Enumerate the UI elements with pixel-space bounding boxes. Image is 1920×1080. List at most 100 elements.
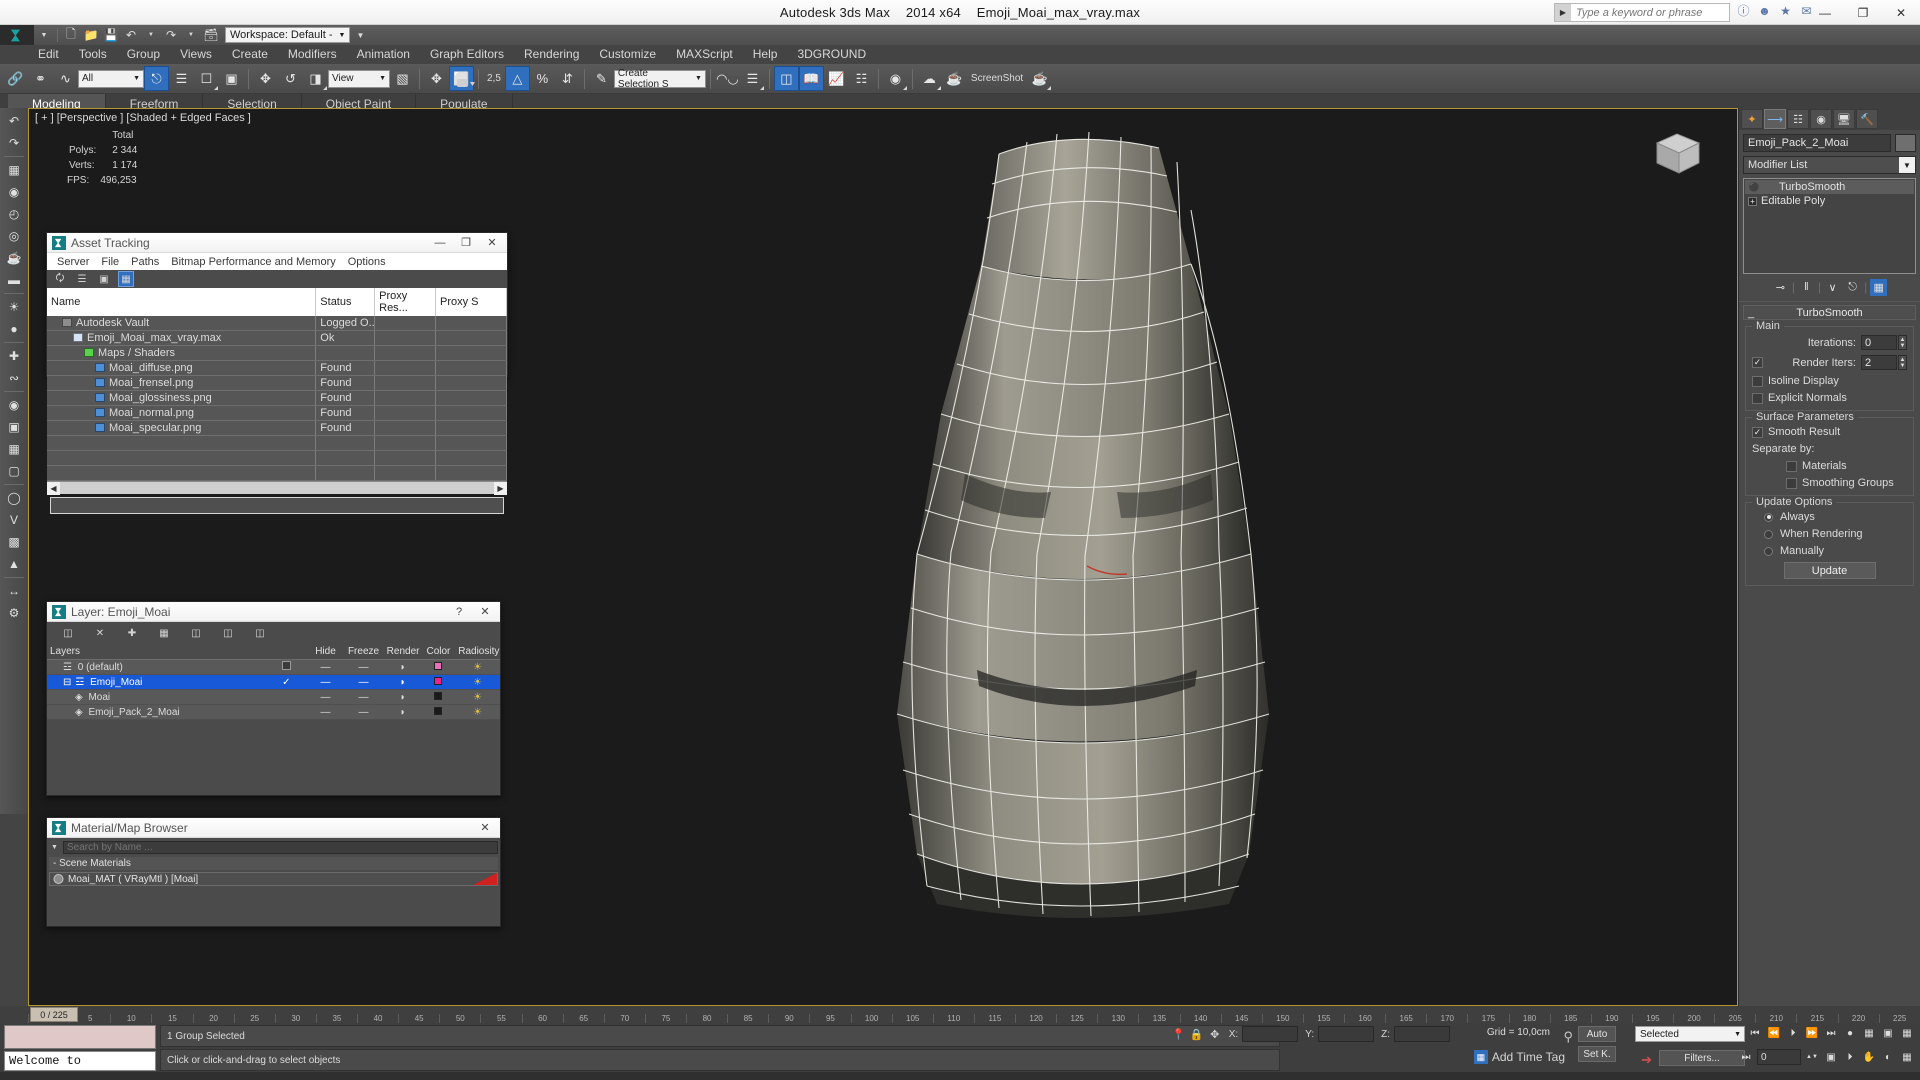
- pan-view-icon[interactable]: ✋: [1861, 1049, 1877, 1065]
- go-to-start-icon[interactable]: ⏮: [1747, 1025, 1763, 1041]
- project-folder-icon[interactable]: 🗃: [201, 26, 221, 44]
- render-iters-checkbox[interactable]: ✓: [1752, 357, 1763, 368]
- layer-color-cell[interactable]: [421, 689, 456, 705]
- mirror-icon[interactable]: ◠◡: [715, 66, 740, 91]
- absolute-relative-mode-icon[interactable]: ✥: [1208, 1026, 1222, 1042]
- orbit-icon[interactable]: ◐: [1880, 1049, 1896, 1065]
- layer-row[interactable]: ⊟ ☲ Emoji_Moai ✓ — — ◗ ☀: [47, 674, 500, 690]
- at-menu-file[interactable]: File: [95, 256, 125, 268]
- layer-dialog-help[interactable]: ?: [446, 602, 472, 621]
- modifier-stack-item-editable-poly[interactable]: + Editable Poly: [1745, 194, 1914, 208]
- at-cell-name[interactable]: Emoji_Moai_max_vray.max: [47, 330, 317, 346]
- key-filter-combo[interactable]: Selected ▼: [1635, 1026, 1745, 1042]
- named-selection-sets-combo[interactable]: Create Selection S ▼: [613, 68, 706, 90]
- select-by-name-icon[interactable]: ☰: [169, 66, 194, 91]
- material-map-browser[interactable]: Material/Map Browser ✕ ▼ - Scene Materia…: [46, 817, 501, 927]
- at-col-proxy-res-[interactable]: Proxy Res...: [374, 288, 436, 316]
- explicit-normals-checkbox[interactable]: [1752, 392, 1763, 404]
- render-iters-spinner[interactable]: ▲ ▼: [1898, 355, 1907, 370]
- exchange-icon[interactable]: ★: [1777, 2, 1794, 19]
- vray-icon[interactable]: V: [2, 509, 26, 531]
- render-frame-window-icon[interactable]: ☕: [942, 66, 967, 91]
- at-menu-bitmap-performance-and-memory[interactable]: Bitmap Performance and Memory: [165, 256, 341, 268]
- filters-button[interactable]: Filters...: [1659, 1050, 1745, 1066]
- selection-filter-combo[interactable]: All ▼: [78, 69, 144, 88]
- at-cell-name[interactable]: Moai_normal.png: [47, 405, 317, 421]
- camera-icon[interactable]: ●: [2, 318, 26, 340]
- help-search-box[interactable]: ▶: [1554, 3, 1730, 22]
- layer-freeze-cell[interactable]: —: [343, 674, 384, 690]
- use-pivot-point-center-icon[interactable]: ▧: [390, 66, 415, 91]
- layer-col-layers[interactable]: Layers: [47, 644, 266, 660]
- helpers-icon[interactable]: ✚: [2, 345, 26, 367]
- group-collapse-icon[interactable]: -: [53, 858, 56, 869]
- separate-materials-row[interactable]: Materials: [1752, 460, 1907, 472]
- at-col-status[interactable]: Status: [315, 288, 376, 316]
- create-tab[interactable]: ✦: [1741, 109, 1763, 129]
- align-icon[interactable]: ☰: [740, 66, 765, 91]
- moai-statue-model[interactable]: [799, 114, 1359, 924]
- menu-item-rendering[interactable]: Rendering: [514, 45, 589, 64]
- layer-row[interactable]: ◈ Emoji_Pack_2_Moai — — ◗ ☀: [47, 704, 500, 720]
- open-file-icon[interactable]: 📁: [81, 26, 101, 44]
- utilities-tab[interactable]: 🔨: [1856, 109, 1878, 129]
- menu-item-tools[interactable]: Tools: [69, 45, 117, 64]
- welcome-listener-text[interactable]: Welcome to: [4, 1051, 156, 1071]
- maximize-viewport-toggle-icon[interactable]: ▦: [1899, 1049, 1915, 1065]
- previous-frame-icon[interactable]: ⏪: [1766, 1025, 1782, 1041]
- cylinder-primitive-icon[interactable]: ◴: [2, 203, 26, 225]
- at-row[interactable]: Moai_specular.png Found: [47, 420, 508, 436]
- smooth-result-checkbox[interactable]: ✓: [1752, 426, 1763, 438]
- render-production-icon[interactable]: ☕: [1027, 66, 1052, 91]
- z-field[interactable]: [1394, 1026, 1450, 1042]
- separate-smoothing-groups-row[interactable]: Smoothing Groups: [1752, 477, 1907, 489]
- select-highlighted-icon[interactable]: ◫: [189, 626, 203, 640]
- help-search-input[interactable]: [1571, 6, 1729, 19]
- layer-col-color[interactable]: Color: [421, 644, 456, 660]
- layer-col-render[interactable]: Render: [383, 644, 422, 660]
- menu-item-help[interactable]: Help: [743, 45, 788, 64]
- qat-overflow-icon[interactable]: ▼: [350, 26, 370, 44]
- modifier-stack[interactable]: ⚫ TurboSmooth + Editable Poly: [1743, 178, 1916, 274]
- layer-manager-icon[interactable]: ◫: [773, 66, 799, 91]
- asset-tracking-hscrollbar[interactable]: ◀ ▶: [47, 481, 507, 495]
- manually-radio[interactable]: [1764, 546, 1773, 556]
- spline-icon[interactable]: ∾: [2, 367, 26, 389]
- layer-hide-cell[interactable]: —: [307, 659, 344, 675]
- mmb-titlebar[interactable]: Material/Map Browser ✕: [47, 818, 500, 838]
- layer-radiosity-cell[interactable]: ☀: [455, 689, 500, 705]
- refresh-icon[interactable]: 🗘: [53, 272, 67, 286]
- layer-color-swatch[interactable]: [434, 706, 443, 715]
- auto-key-button[interactable]: Auto: [1578, 1026, 1616, 1042]
- at-col-name[interactable]: Name: [47, 288, 317, 316]
- application-menu-button[interactable]: [0, 25, 34, 45]
- delete-layer-icon[interactable]: ✕: [93, 626, 107, 640]
- fur-icon[interactable]: ▲: [2, 553, 26, 575]
- redo-view-icon[interactable]: ↷: [2, 132, 26, 154]
- bind-to-space-warp-icon[interactable]: ∿: [53, 66, 78, 91]
- isoline-display-row[interactable]: Isoline Display: [1752, 375, 1907, 387]
- layer-dialog-close[interactable]: ✕: [472, 602, 498, 621]
- x-field[interactable]: [1242, 1026, 1299, 1042]
- grid-view-icon[interactable]: ▦: [118, 271, 134, 287]
- layer-render-cell[interactable]: ◗: [383, 704, 422, 720]
- y-field[interactable]: [1318, 1026, 1375, 1042]
- separate-materials-checkbox[interactable]: [1786, 460, 1797, 472]
- menu-item-group[interactable]: Group: [117, 45, 170, 64]
- hide-unselected-icon[interactable]: ◫: [253, 626, 267, 640]
- unlink-selection-icon[interactable]: ⚭: [28, 66, 53, 91]
- update-option-always[interactable]: Always: [1752, 511, 1907, 523]
- hierarchy-tab[interactable]: ☷: [1787, 109, 1809, 129]
- plane-primitive-icon[interactable]: ▬: [2, 269, 26, 291]
- maximize-viewport-icon[interactable]: ▦: [1899, 1025, 1915, 1041]
- undo-view-icon[interactable]: ↶: [2, 110, 26, 132]
- at-row[interactable]: Emoji_Moai_max_vray.max Ok: [47, 330, 508, 346]
- layer-color-swatch[interactable]: [434, 691, 443, 700]
- select-and-scale-icon[interactable]: ◨: [303, 66, 328, 91]
- at-menu-server[interactable]: Server: [51, 256, 95, 268]
- signin-icon[interactable]: ☻: [1756, 2, 1773, 19]
- go-to-frame-icon[interactable]: ⏭: [1738, 1049, 1754, 1065]
- at-row[interactable]: Moai_diffuse.png Found: [47, 360, 508, 376]
- measure-icon[interactable]: ↔: [2, 580, 26, 602]
- frame-spinner-icon[interactable]: ▲▼: [1804, 1049, 1820, 1065]
